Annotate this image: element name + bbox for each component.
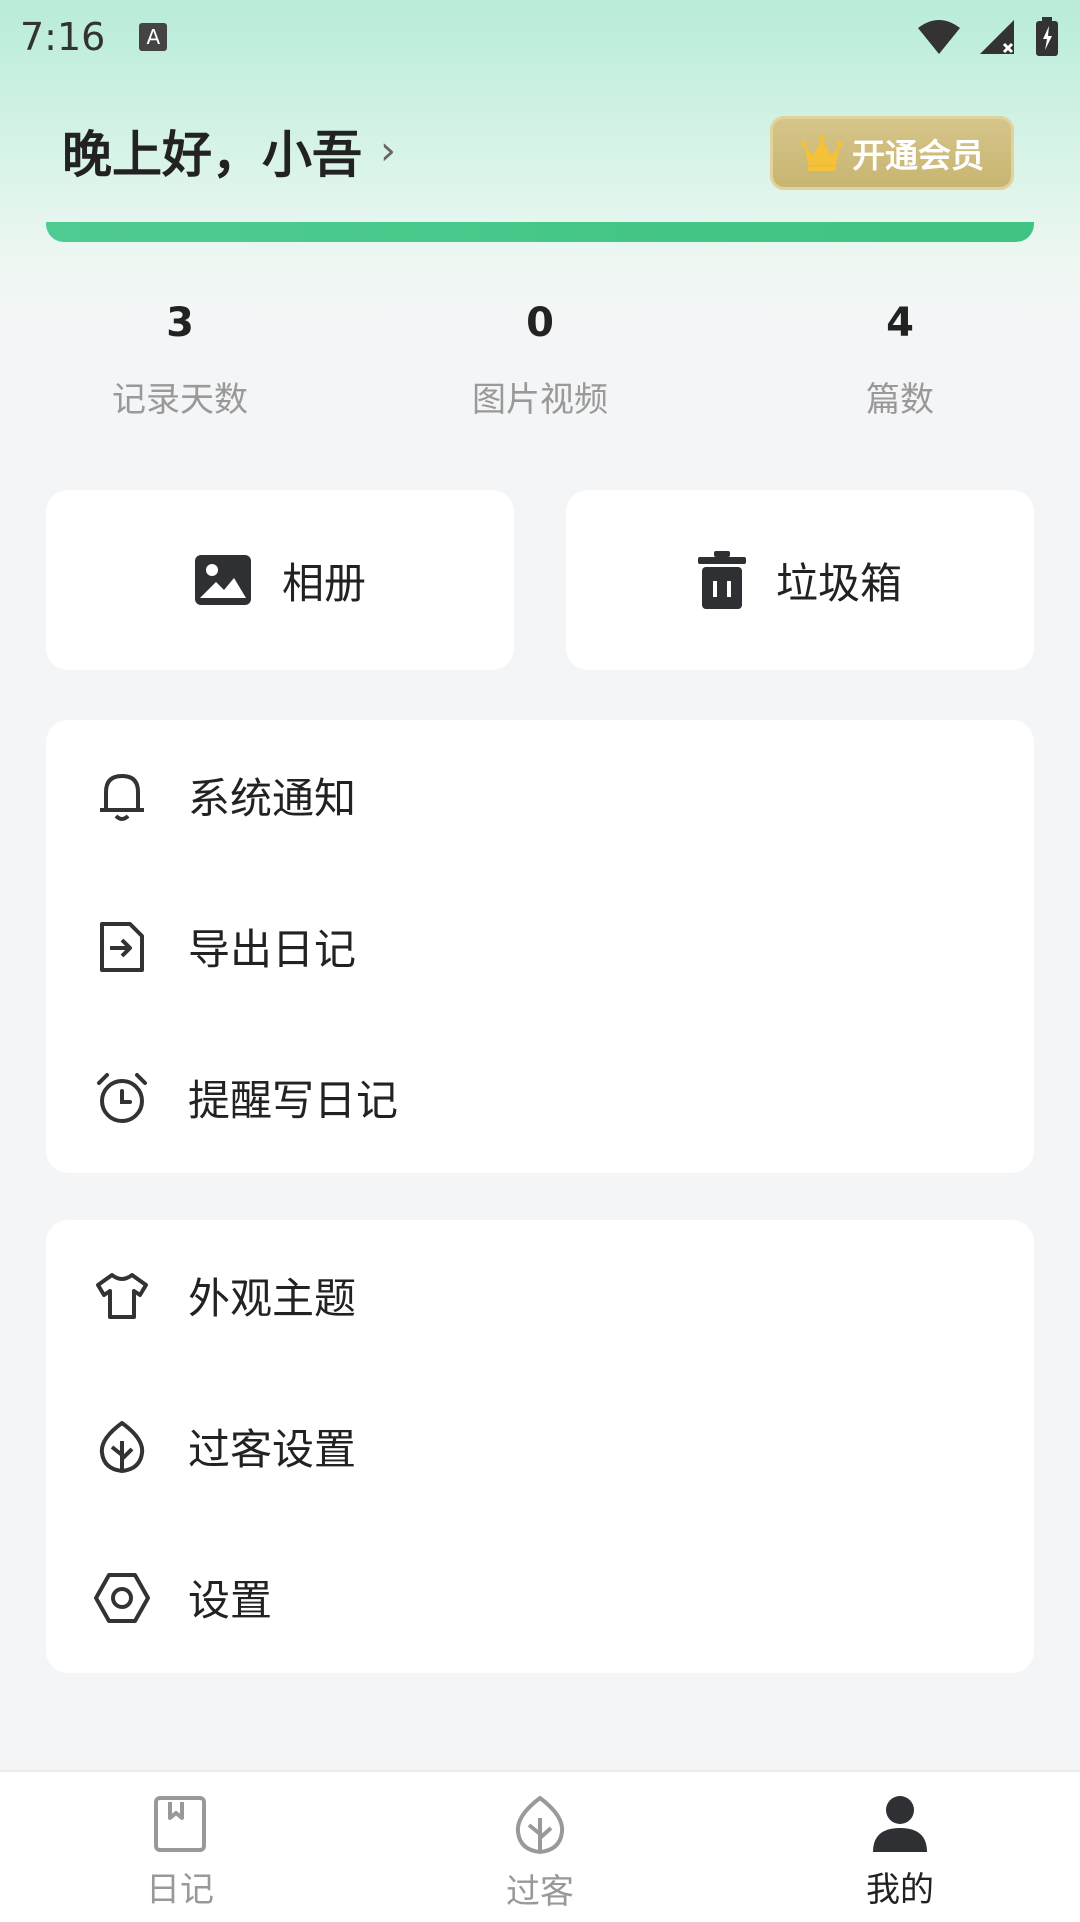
vip-label: 开通会员 (852, 136, 984, 175)
image-icon (194, 555, 251, 605)
status-icons (916, 17, 1060, 57)
leaf-icon (515, 1796, 565, 1854)
stat-label: 篇数 (866, 380, 934, 420)
trash-icon (697, 551, 746, 609)
tab-mine[interactable]: 我的 (720, 1772, 1080, 1922)
status-time: 7:16 (20, 15, 106, 59)
album-label: 相册 (281, 558, 366, 608)
greeting-text: 晚上好，小吾 (62, 126, 362, 184)
stat-label: 图片视频 (472, 380, 608, 420)
stat-value: 0 (526, 300, 554, 346)
stat-record-days[interactable]: 3 记录天数 (0, 300, 360, 421)
menu-label: 系统通知 (188, 774, 357, 823)
diary-icon (154, 1796, 206, 1852)
menu-item-theme[interactable]: 外观主题 (46, 1220, 1034, 1371)
person-icon (873, 1796, 927, 1852)
tab-label: 我的 (866, 1870, 934, 1910)
stat-label: 记录天数 (112, 380, 248, 420)
status-bar: 7:16 A (0, 0, 1080, 74)
trash-label: 垃圾箱 (775, 558, 902, 608)
menu-group-1: 系统通知 导出日记 提醒写日记 (46, 720, 1034, 1173)
bell-icon (92, 766, 152, 826)
menu-item-system-notice[interactable]: 系统通知 (46, 720, 1034, 871)
menu-group-2: 外观主题 过客设置 设置 (46, 1220, 1034, 1673)
export-icon (92, 917, 152, 977)
menu-label: 外观主题 (188, 1274, 357, 1323)
vip-button[interactable]: 开通会员 (770, 116, 1014, 190)
notification-icon: A (139, 23, 168, 51)
bottom-tab-bar: 日记 过客 我的 (0, 1770, 1080, 1922)
menu-item-export-diary[interactable]: 导出日记 (46, 871, 1034, 1022)
alarm-clock-icon (92, 1068, 152, 1128)
hexagon-settings-icon (92, 1568, 152, 1628)
stat-value: 3 (166, 300, 194, 346)
menu-label: 设置 (188, 1576, 273, 1625)
stat-media[interactable]: 0 图片视频 (360, 300, 720, 421)
crown-icon (801, 135, 843, 171)
menu-item-reminder[interactable]: 提醒写日记 (46, 1022, 1034, 1173)
wifi-icon (918, 20, 960, 54)
menu-label: 提醒写日记 (188, 1076, 399, 1125)
stat-entries[interactable]: 4 篇数 (720, 300, 1080, 421)
greeting-row[interactable]: 晚上好，小吾 › (62, 112, 396, 190)
shirt-icon (92, 1266, 152, 1326)
album-button[interactable]: 相册 (46, 490, 514, 670)
tab-diary[interactable]: 日记 (0, 1772, 360, 1922)
chevron-right-icon: › (380, 128, 396, 174)
menu-label: 过客设置 (188, 1425, 357, 1474)
stat-value: 4 (886, 300, 914, 346)
stats-row: 3 记录天数 0 图片视频 4 篇数 (0, 300, 1080, 421)
battery-icon (1036, 17, 1058, 56)
menu-item-settings[interactable]: 设置 (46, 1522, 1034, 1673)
leaf-icon (92, 1417, 152, 1477)
tab-guoke[interactable]: 过客 (360, 1772, 720, 1922)
signal-icon (980, 20, 1014, 54)
menu-item-guoke-settings[interactable]: 过客设置 (46, 1371, 1034, 1522)
tab-label: 过客 (506, 1872, 574, 1912)
menu-label: 导出日记 (188, 925, 357, 974)
trash-button[interactable]: 垃圾箱 (566, 490, 1034, 670)
tab-label: 日记 (146, 1870, 214, 1910)
header-accent-bar (46, 222, 1034, 242)
